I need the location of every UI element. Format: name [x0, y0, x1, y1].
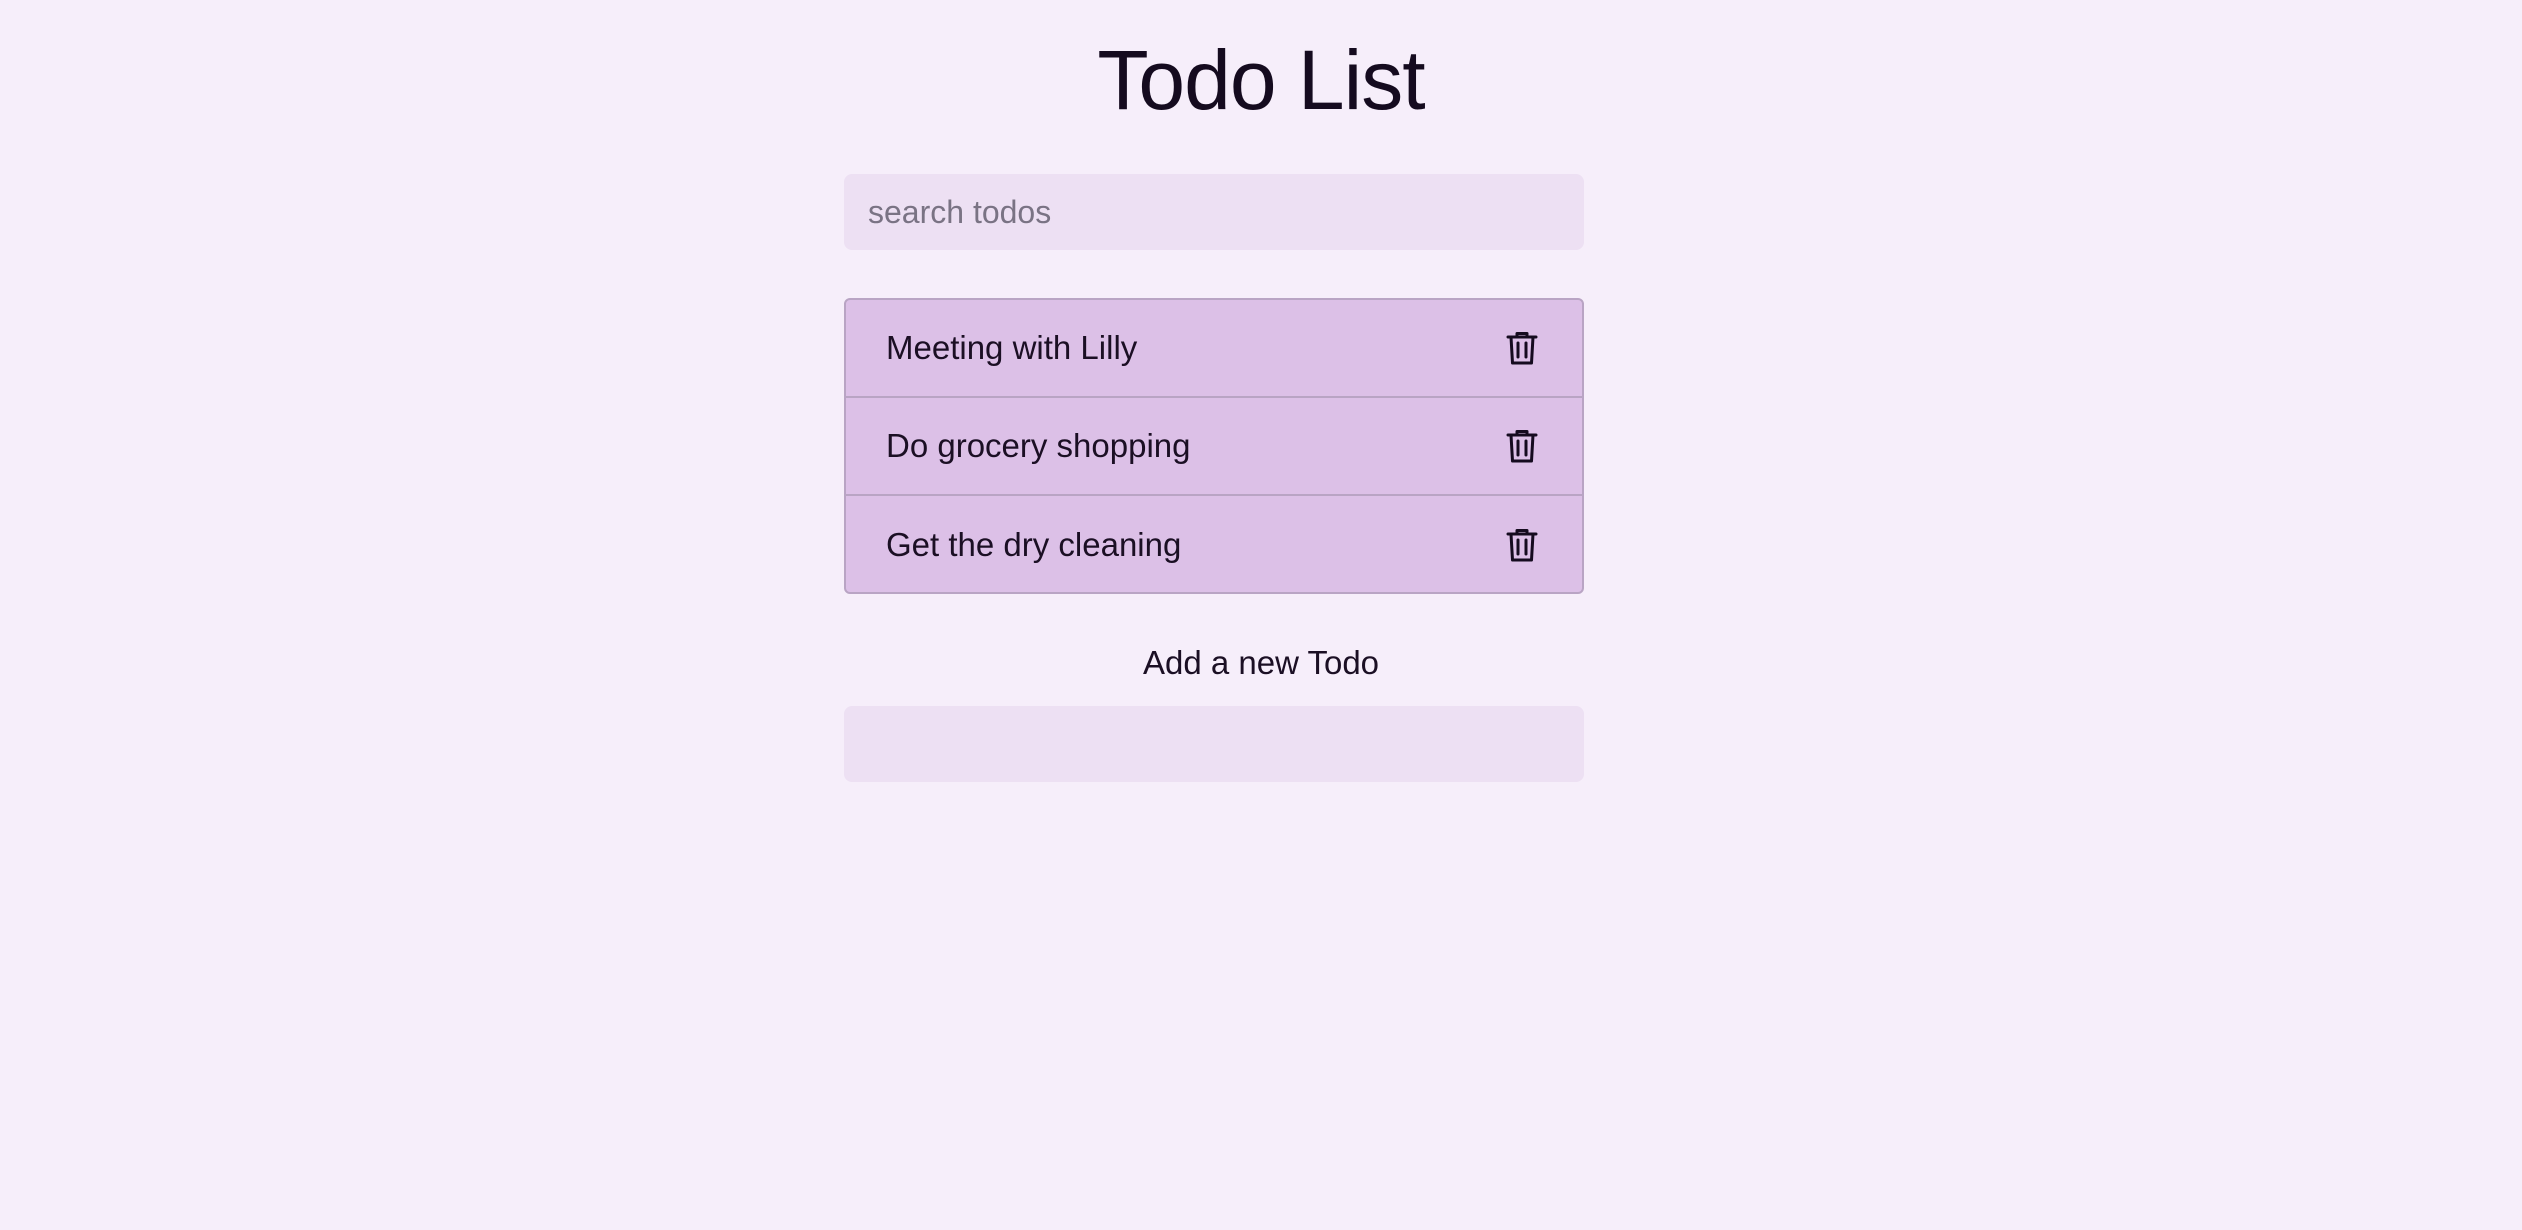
- list-item: Do grocery shopping: [846, 398, 1582, 496]
- delete-button[interactable]: [1498, 324, 1546, 372]
- delete-button[interactable]: [1498, 521, 1546, 569]
- todo-text: Get the dry cleaning: [886, 526, 1182, 563]
- add-todo-label: Add a new Todo: [1142, 644, 1380, 681]
- add-todo-input[interactable]: [844, 706, 1584, 782]
- trash-icon: [1506, 430, 1538, 463]
- todo-list: Meeting with Lilly Do grocery shopping G…: [844, 298, 1584, 594]
- delete-button[interactable]: [1498, 422, 1546, 470]
- page-title: Todo List: [1097, 33, 1425, 127]
- list-item: Get the dry cleaning: [846, 496, 1582, 592]
- trash-icon: [1506, 529, 1538, 562]
- search-input[interactable]: [844, 174, 1584, 250]
- list-item: Meeting with Lilly: [846, 300, 1582, 398]
- trash-icon: [1506, 332, 1538, 365]
- todo-app: Todo List Meeting with Lilly Do grocery …: [0, 0, 2522, 1230]
- todo-text: Do grocery shopping: [886, 427, 1191, 464]
- todo-text: Meeting with Lilly: [886, 329, 1138, 366]
